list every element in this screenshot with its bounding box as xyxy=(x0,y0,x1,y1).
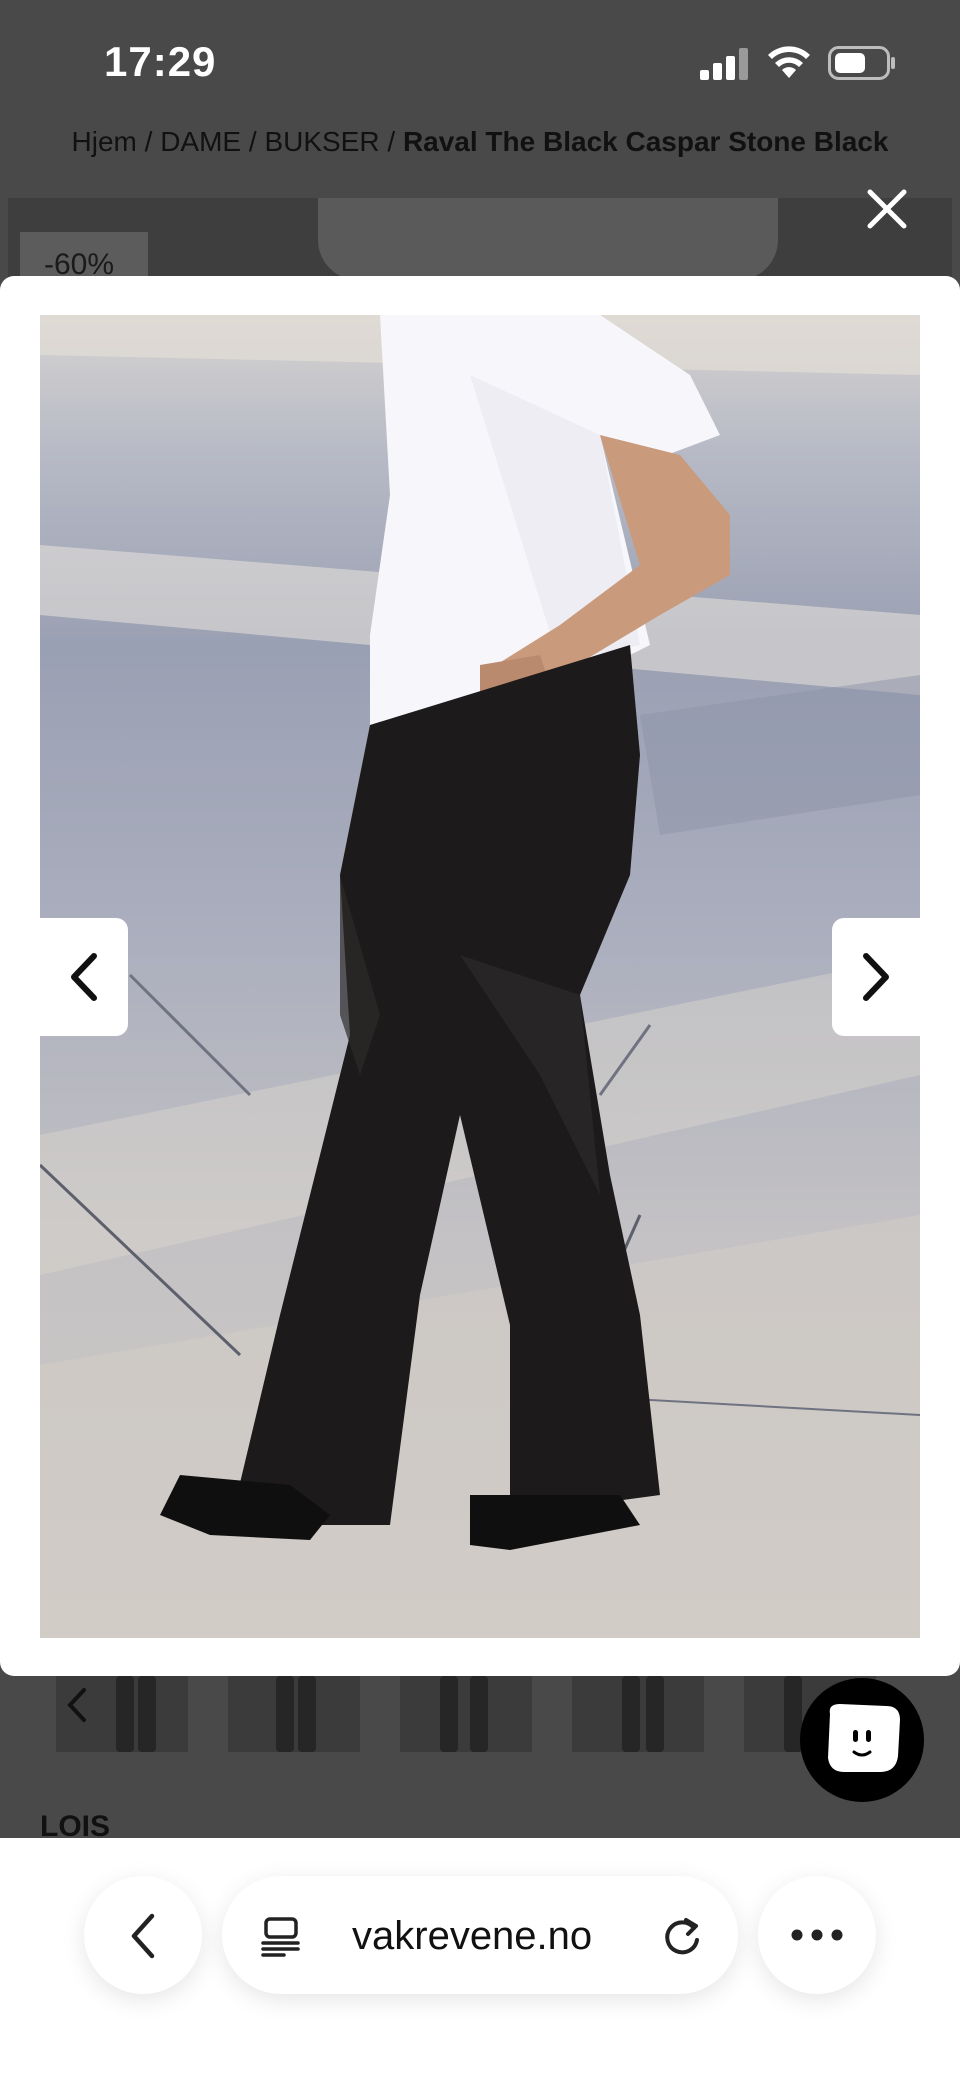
close-button[interactable] xyxy=(862,184,912,234)
reload-icon[interactable] xyxy=(662,1914,704,1958)
status-time: 17:29 xyxy=(104,38,217,85)
chevron-left-icon xyxy=(131,1913,155,1959)
url-text: vakrevene.no xyxy=(352,1914,593,1958)
thumbnail-prev-icon[interactable] xyxy=(62,1680,92,1730)
breadcrumb-link-home[interactable]: Hjem xyxy=(72,126,137,157)
chat-button[interactable] xyxy=(800,1678,924,1802)
battery-icon xyxy=(828,46,895,80)
product-image xyxy=(40,315,920,1638)
close-icon xyxy=(867,189,907,229)
browser-back-button[interactable] xyxy=(84,1876,202,1994)
thumbnail[interactable] xyxy=(228,1676,360,1752)
address-bar[interactable]: vakrevene.no xyxy=(222,1876,738,1994)
tabs-icon xyxy=(261,1917,300,1957)
signal-icon xyxy=(700,48,748,80)
breadcrumb-link-dame[interactable]: DAME xyxy=(160,126,241,157)
chat-face-icon xyxy=(828,1704,900,1772)
breadcrumb-link-bukser[interactable]: BUKSER xyxy=(264,126,379,157)
breadcrumb: Hjem / DAME / BUKSER / Raval The Black C… xyxy=(0,126,960,158)
thumbnail[interactable] xyxy=(400,1676,532,1752)
breadcrumb-separator: / xyxy=(241,126,265,157)
more-icon xyxy=(791,1929,843,1941)
breadcrumb-current: Raval The Black Caspar Stone Black xyxy=(402,126,889,157)
chevron-left-icon xyxy=(71,953,97,1001)
status-bar: 17:29 xyxy=(0,0,960,120)
breadcrumb-separator: / xyxy=(136,126,161,157)
background-product-image xyxy=(8,198,952,280)
next-image-button[interactable] xyxy=(832,918,920,1036)
more-options-button[interactable] xyxy=(758,1876,876,1994)
previous-image-button[interactable] xyxy=(40,918,128,1036)
thumbnail[interactable] xyxy=(572,1676,704,1752)
wifi-icon xyxy=(768,46,810,78)
chevron-right-icon xyxy=(863,953,889,1001)
breadcrumb-separator: / xyxy=(379,126,403,157)
